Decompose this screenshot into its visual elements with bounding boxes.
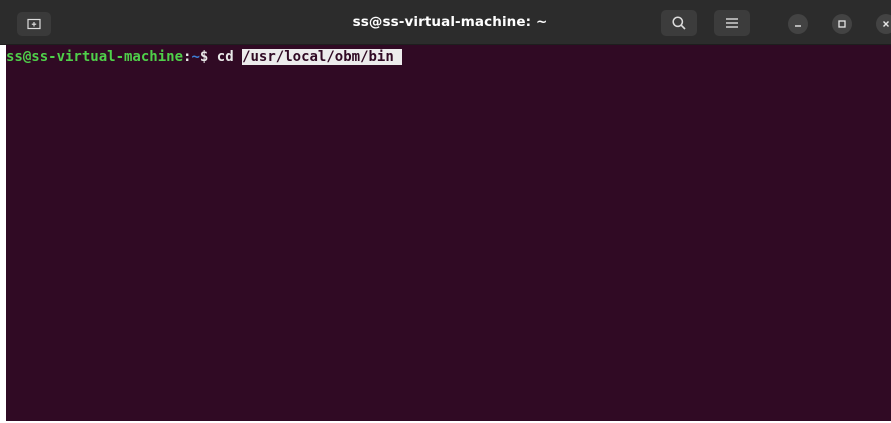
maximize-icon [838,20,846,28]
search-icon [672,16,686,30]
selected-path-text[interactable]: /usr/local/obm/bin [242,49,403,65]
new-tab-icon [27,18,41,30]
prompt-symbol: $ [199,49,209,65]
prompt-user-host: ss@ss-virtual-machine [6,49,184,65]
command-text: cd [216,49,243,65]
prompt-path: ~ [191,49,200,65]
hamburger-menu-icon [726,18,738,28]
search-button[interactable] [661,10,697,36]
window-title: ss@ss-virtual-machine: ~ [352,14,548,30]
menu-button[interactable] [714,10,750,36]
terminal-content[interactable]: ss@ss-virtual-machine:~$ cd /usr/local/o… [6,45,891,421]
prompt-line: ss@ss-virtual-machine:~$ cd /usr/local/o… [6,48,403,66]
terminal-window: ss@ss-virtual-machine: ~ ss@ss-virtual-m… [0,0,891,423]
minimize-icon [795,25,801,27]
close-button[interactable] [876,14,891,34]
close-icon [883,21,889,27]
minimize-button[interactable] [788,14,808,34]
maximize-button[interactable] [832,14,852,34]
new-tab-button[interactable] [17,12,51,36]
title-bar[interactable]: ss@ss-virtual-machine: ~ [0,0,891,44]
